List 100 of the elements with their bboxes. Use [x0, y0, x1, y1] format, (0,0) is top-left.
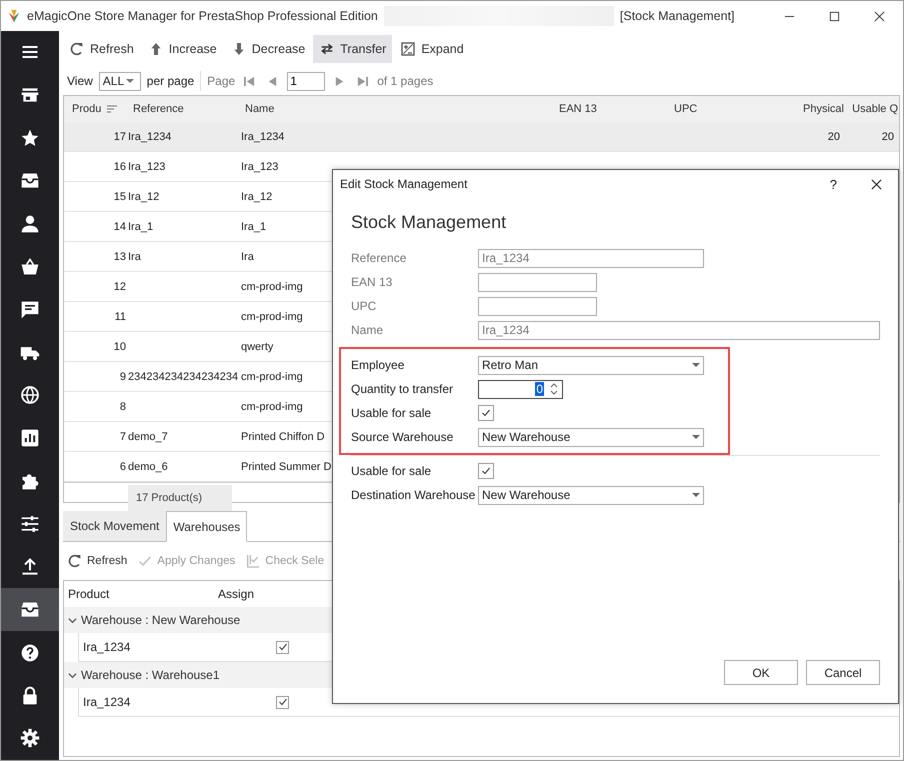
number-field[interactable]: 0 — [478, 380, 563, 398]
view-dropdown[interactable]: ALL — [98, 72, 141, 90]
transfer-icon — [319, 41, 336, 57]
dropdown[interactable]: Retro Man — [478, 356, 704, 374]
column-header[interactable]: UPC — [674, 103, 784, 115]
table-cell-text: Ira_1 — [127, 220, 154, 232]
page-label: Page — [207, 74, 236, 88]
table-cell: Printed Summer D — [241, 460, 332, 472]
sidebar-item-selected[interactable] — [1, 588, 59, 632]
table-cell-text: 16 — [112, 160, 126, 172]
column-header[interactable]: Usable Q — [844, 103, 898, 115]
table-cell-text: 20 — [826, 130, 840, 142]
column-header[interactable]: EAN 13 — [559, 103, 674, 115]
field-label: Name — [351, 323, 384, 337]
column-header[interactable]: Name — [243, 103, 559, 115]
close-icon[interactable] — [871, 178, 882, 190]
upload-icon — [20, 556, 40, 577]
check-icon — [481, 408, 491, 418]
table-cell-text: 11 — [114, 310, 126, 322]
field-label: Usable for sale — [351, 464, 432, 478]
table-cell-text: 15 — [112, 190, 126, 202]
table-cell: Ira_1 — [241, 220, 266, 232]
maximize-icon[interactable] — [829, 10, 840, 22]
column-header[interactable]: Product — [68, 587, 218, 601]
table-cell-text: 9 — [118, 370, 126, 382]
input-field[interactable] — [478, 296, 597, 316]
field-label: Destination Warehouse — [351, 488, 476, 502]
toolbar-button[interactable]: Refresh — [63, 35, 140, 63]
last-page-icon[interactable] — [357, 76, 368, 86]
product-count: 17 Product(s) — [128, 485, 232, 511]
field-label: Quantity to transfer — [351, 382, 454, 396]
next-page-icon[interactable] — [334, 76, 346, 86]
table-cell-text: Ira_123 — [127, 160, 166, 172]
table-cell: cm-prod-img — [241, 400, 303, 412]
app-logo-icon — [7, 9, 21, 23]
table-cell-text: Ira_1234 — [83, 695, 132, 709]
close-icon[interactable] — [874, 10, 885, 22]
table-cell: Ira_12 — [241, 190, 272, 202]
dropdown[interactable]: New Warehouse — [478, 486, 704, 504]
previous-page-icon[interactable] — [267, 76, 278, 86]
cancel-button[interactable]: Cancel — [806, 660, 880, 685]
column-header[interactable]: Physical — [784, 103, 844, 115]
per-page-label: per page — [146, 74, 194, 88]
window-subtitle: [Stock Management] — [620, 9, 735, 23]
checkbox[interactable] — [276, 640, 289, 654]
column-header[interactable]: Assign — [218, 587, 298, 601]
table-cell: cm-prod-img — [241, 310, 303, 322]
refresh-icon — [67, 553, 83, 569]
sliders-icon — [20, 514, 40, 534]
table-cell: Ira_123 — [241, 160, 278, 172]
table-cell-text: demo_7 — [127, 430, 169, 442]
selected-row[interactable]: 17 Ira_1234 Ira_1234 20 20 — [64, 122, 899, 152]
toolbar-button[interactable]: Decrease — [224, 35, 312, 63]
globe-icon — [20, 385, 40, 406]
ok-button[interactable]: OK — [724, 660, 798, 685]
checkbox[interactable] — [276, 696, 289, 708]
toolbar-button[interactable]: Expand — [394, 35, 470, 63]
table-cell-text: 6 — [118, 460, 126, 472]
table-cell-text: Ira_1234 — [83, 640, 132, 654]
toolbar-button[interactable]: Increase — [142, 35, 223, 63]
expand-icon — [400, 41, 416, 57]
table-cell-text: Ira_1234 — [127, 130, 172, 142]
spinner-arrows-icon — [550, 382, 558, 396]
table-cell-text: 234234234234234234 — [127, 370, 239, 382]
table-cell-text: 17 — [112, 130, 126, 142]
table-cell-text: 12 — [112, 280, 126, 292]
table-cell-text: 7 — [118, 430, 126, 442]
table-cell: cm-prod-img — [241, 370, 303, 382]
check-icon — [278, 642, 288, 652]
first-page-icon[interactable] — [244, 76, 256, 86]
field-label: Employee — [351, 358, 406, 372]
caret-icon — [692, 435, 700, 439]
table-cell-text: 13 — [112, 250, 126, 262]
dialog-heading: Stock Management — [351, 212, 508, 233]
column-header[interactable]: Reference — [130, 103, 243, 115]
table-cell-text: demo_6 — [127, 460, 169, 472]
refresh-icon — [69, 41, 85, 57]
check-icon — [278, 697, 288, 707]
tab[interactable]: Warehouses — [166, 511, 248, 542]
table-cell: Ira_1234 — [241, 130, 284, 142]
field-label: Source Warehouse — [351, 430, 454, 444]
basket-icon — [20, 256, 40, 277]
tab[interactable]: Stock Movement — [63, 511, 166, 541]
sort-icon — [107, 105, 118, 113]
toolbar-button[interactable]: Transfer — [313, 35, 392, 63]
table-cell: qwerty — [241, 340, 274, 352]
table-cell: cm-prod-img — [241, 280, 303, 292]
group-title: Warehouse : Warehouse1 — [81, 668, 220, 682]
chart-icon — [20, 428, 40, 448]
field-label: Reference — [351, 251, 408, 265]
input-field[interactable] — [478, 272, 597, 292]
group-title: Warehouse : New Warehouse — [81, 613, 240, 627]
checkbox[interactable] — [478, 405, 494, 421]
chevron-icon — [68, 616, 77, 624]
dropdown[interactable]: New Warehouse — [478, 428, 704, 446]
checkbox[interactable] — [478, 463, 494, 479]
page-input[interactable]: 1 — [287, 72, 326, 90]
toolbar-button[interactable]: Refresh — [63, 547, 132, 575]
caret-icon — [126, 79, 134, 83]
column-header[interactable]: Produ — [70, 103, 130, 115]
